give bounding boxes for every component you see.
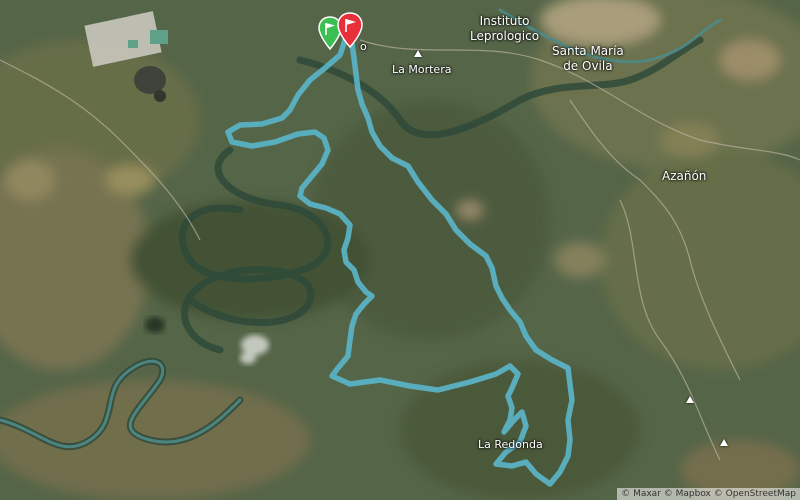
- map-view[interactable]: o Instituto Leprologico Santa María de O…: [0, 0, 800, 500]
- peak-icon: [686, 396, 694, 403]
- place-label-la-redonda: La Redonda: [478, 438, 543, 451]
- place-label-santa-maria-de-ovila: Santa María de Ovila: [552, 44, 624, 73]
- peak-icon: [720, 439, 728, 446]
- place-label-azanon: Azañón: [662, 169, 707, 183]
- place-label-partial: o: [360, 40, 367, 53]
- place-label-la-mortera: La Mortera: [392, 63, 452, 76]
- place-label-instituto-leprologico: Instituto Leprologico: [470, 14, 540, 43]
- map-attribution[interactable]: © Maxar © Mapbox © OpenStreetMap: [617, 488, 800, 500]
- peak-icon: [414, 50, 422, 57]
